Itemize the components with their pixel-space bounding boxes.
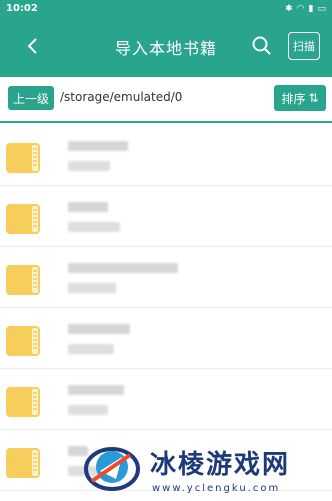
status-icons: ✱ ◠ ▮ ▭ <box>285 4 326 14</box>
item-detail <box>68 283 116 293</box>
item-detail <box>68 161 110 171</box>
search-icon <box>252 36 271 55</box>
item-name <box>68 202 108 212</box>
folder-icon <box>6 448 40 478</box>
list-item[interactable] <box>0 125 332 186</box>
current-path: /storage/emulated/0 <box>60 90 183 104</box>
status-time: 10:02 <box>6 3 38 14</box>
folder-icon <box>6 143 40 173</box>
folder-icon <box>6 387 40 417</box>
watermark-text: 冰棱游戏网 <box>150 450 291 480</box>
item-name <box>68 141 128 151</box>
item-name <box>68 324 130 334</box>
battery-icon: ▭ <box>317 3 326 14</box>
list-item[interactable] <box>0 186 332 247</box>
list-item[interactable] <box>0 308 332 369</box>
page-title: 导入本地书籍 <box>114 39 217 58</box>
item-detail <box>68 405 108 415</box>
sort-icon: ⇅ <box>308 91 319 105</box>
list-item[interactable] <box>0 247 332 308</box>
scan-button[interactable]: 扫描 <box>288 32 320 60</box>
bluetooth-icon: ✱ <box>285 3 293 14</box>
folder-icon <box>6 326 40 356</box>
logo-icon <box>84 447 140 491</box>
item-name <box>68 385 124 395</box>
parent-folder-button[interactable]: 上一级 <box>8 86 54 110</box>
folder-icon <box>6 204 40 234</box>
watermark-url: www.yclengku.com <box>152 483 281 494</box>
title-bar: 导入本地书籍 扫描 <box>0 17 332 77</box>
sort-label: 排序 <box>281 91 306 106</box>
wifi-icon: ◠ <box>296 3 305 14</box>
folder-icon <box>6 265 40 295</box>
signal-icon: ▮ <box>308 3 314 14</box>
search-button[interactable] <box>250 34 274 58</box>
path-bar: 上一级 /storage/emulated/0 排序 ⇅ <box>0 77 332 123</box>
status-bar: 10:02 ✱ ◠ ▮ ▭ <box>0 0 332 17</box>
list-item[interactable] <box>0 369 332 430</box>
item-detail <box>68 222 120 232</box>
item-detail <box>68 344 114 354</box>
item-name <box>68 263 178 273</box>
watermark: 冰棱游戏网 www.yclengku.com <box>78 437 332 501</box>
sort-button[interactable]: 排序 ⇅ <box>274 85 326 111</box>
